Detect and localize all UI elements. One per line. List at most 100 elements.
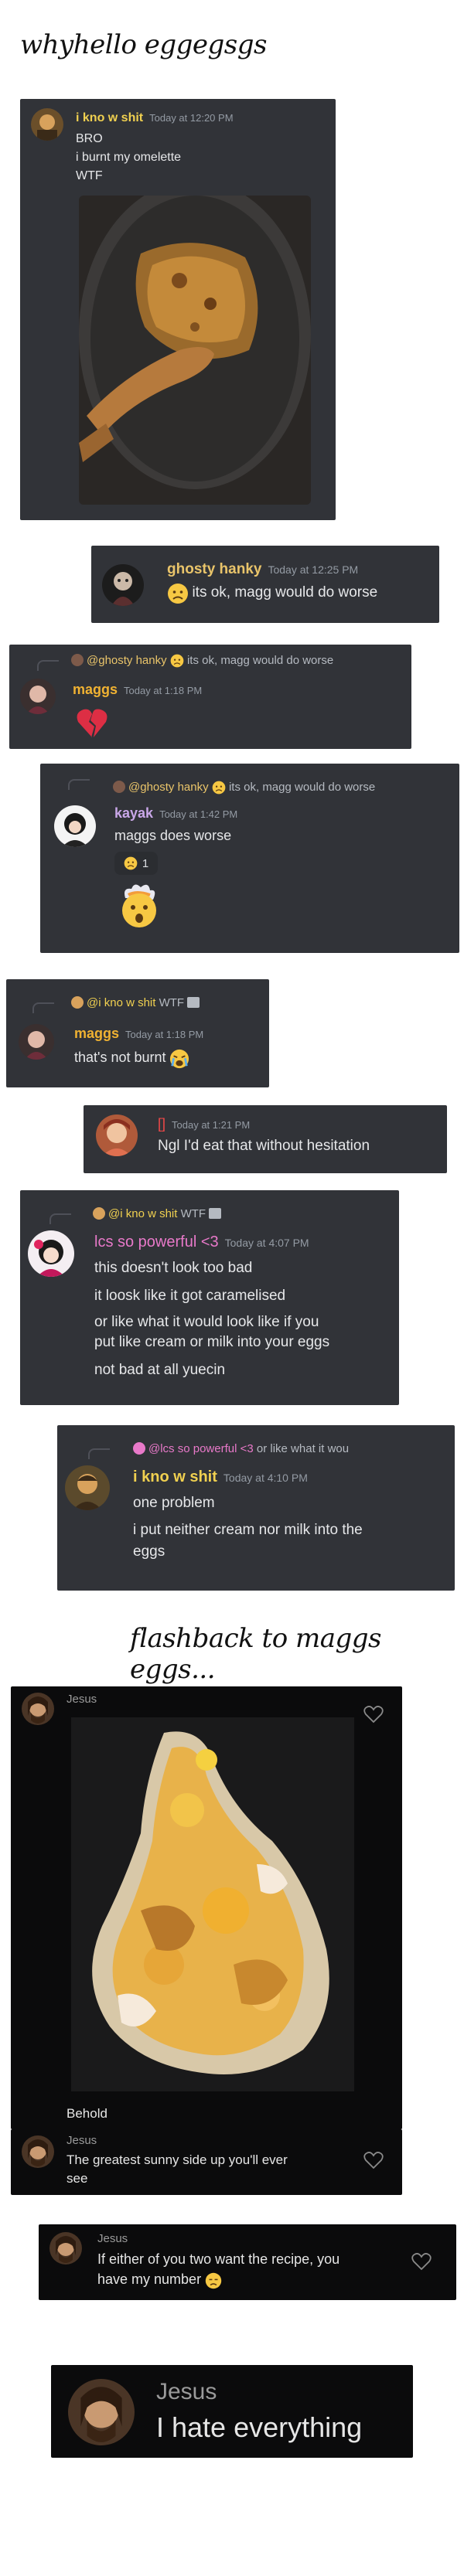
reply-text: its ok, magg would do worse [228,781,376,794]
image-icon [187,997,200,1008]
heart-icon[interactable] [411,2252,432,2271]
reply-preview[interactable]: @i kno w shit WTF [71,996,264,1009]
reply-text: its ok, magg would do worse [186,654,334,667]
message-line: i put neither cream nor milk into the [133,1522,363,1538]
jesus-message-card-3: Jesus If either of you two want the reci… [39,2224,456,2300]
message-line: The greatest sunny side up you'll ever [67,2152,288,2167]
heart-icon[interactable] [363,1705,384,1724]
avatar [133,1442,145,1455]
crying-face-emoji [169,1049,189,1069]
jesus-message-card-2: Jesus The greatest sunny side up you'll … [11,2129,402,2195]
message-card-3: @ghosty hanky its ok, magg would do wors… [9,645,411,749]
author-name[interactable]: ghosty hanky [167,561,261,577]
caption-text: Behold [67,2106,107,2121]
avatar[interactable] [28,1230,74,1277]
image-icon [209,1208,222,1219]
worried-face-emoji [170,654,184,668]
reply-text: WTF [159,996,185,1009]
avatar[interactable] [102,564,144,606]
message-text: its ok, magg would do worse [192,584,378,601]
avatar [93,1207,105,1220]
avatar[interactable] [19,1024,54,1060]
author-name[interactable]: Jesus [97,2232,128,2245]
reply-text: WTF [180,1207,206,1220]
timestamp: Today at 1:21 PM [172,1119,251,1131]
reply-preview[interactable]: @ghosty hanky its ok, magg would do wors… [71,654,404,668]
avatar[interactable] [20,679,56,714]
avatar[interactable] [54,805,96,847]
message-line: not bad at all yuecin [94,1362,226,1378]
reply-connector [32,1002,54,1013]
message-card-8: @lcs so powerful <3 or like what it wou … [57,1425,455,1591]
author-name[interactable]: maggs [74,1026,119,1041]
worried-face-emoji [212,781,226,795]
message-card-1: i kno w shit Today at 12:20 PM BRO i burn… [20,99,336,520]
reply-preview[interactable]: @i kno w shit WTF [93,1207,394,1220]
reply-text: or like what it wou [256,1442,350,1455]
message-card-4: @ghosty hanky its ok, magg would do wors… [40,764,459,953]
message-line: one problem [133,1495,215,1511]
reaction-count: 1 [142,856,149,870]
author-name[interactable]: i kno w shit [76,111,143,124]
author-name[interactable]: [] [158,1116,165,1131]
reply-connector [49,1213,71,1224]
message-card-2: ghosty hanky Today at 12:25 PM its ok, ma… [91,546,439,623]
avatar[interactable] [68,2379,135,2445]
message-text: that's not burnt [74,1050,166,1065]
exploding-head-emoji [114,881,164,931]
author-name[interactable]: lcs so powerful <3 [94,1234,219,1251]
message-card-6: [] Today at 1:21 PM Ngl I'd eat that with… [84,1105,447,1173]
reply-preview[interactable]: @lcs so powerful <3 or like what it wou [133,1442,449,1455]
message-text: I hate everything [156,2411,363,2443]
reply-author: @i kno w shit [108,1207,178,1220]
author-name[interactable]: i kno w shit [133,1468,217,1485]
sad-face-emoji [205,2272,222,2289]
avatar[interactable] [65,1465,110,1510]
heart-icon[interactable] [363,2151,384,2169]
message-line: If either of you two want the recipe, yo… [97,2251,340,2267]
reply-connector [37,660,59,671]
message-text: Ngl I'd eat that without hesitation [158,1138,370,1154]
jesus-message-card-4: Jesus I hate everything [51,2365,413,2458]
message-line: put like cream or milk into your eggs [94,1334,330,1350]
message-card-5: @i kno w shit WTF maggs Today at 1:18 PM … [6,979,269,1087]
author-name[interactable]: maggs [73,682,118,697]
message-line: eggs [133,1543,165,1560]
reply-connector [88,1448,110,1459]
reply-author: @i kno w shit [87,996,156,1009]
timestamp: Today at 1:42 PM [159,808,238,820]
timestamp: Today at 12:25 PM [268,563,359,576]
avatar [71,996,84,1009]
message-line: this doesn't look too bad [94,1260,253,1276]
avatar[interactable] [96,1114,138,1156]
message-line: i burnt my omelette [76,151,182,164]
broken-heart-emoji [74,705,110,740]
timestamp: Today at 1:18 PM [125,1029,204,1040]
timestamp: Today at 4:10 PM [223,1472,308,1484]
author-name[interactable]: Jesus [156,2379,217,2405]
author-name[interactable]: kayak [114,805,153,821]
timestamp: Today at 4:07 PM [224,1237,309,1249]
avatar [113,781,125,793]
message-line: WTF [76,169,103,182]
egg-photo[interactable] [71,1717,354,2091]
author-name[interactable]: Jesus [67,2134,97,2147]
reaction-pill[interactable]: 1 [114,852,158,875]
avatar[interactable] [49,2232,82,2265]
worried-face-emoji [167,583,189,604]
avatar[interactable] [22,1693,54,1725]
author-name[interactable]: Jesus [67,1693,97,1706]
reply-preview[interactable]: @ghosty hanky its ok, magg would do wors… [113,781,453,795]
avatar[interactable] [22,2135,54,2168]
worried-face-emoji [124,856,138,870]
burnt-omelette-photo[interactable] [79,196,311,505]
reply-author: @lcs so powerful <3 [148,1442,254,1455]
avatar[interactable] [31,108,63,141]
avatar [71,654,84,666]
section-title: flashback to maggs eggs... [130,1623,382,1685]
jesus-message-card-1: Jesus Behold [11,1686,402,2129]
timestamp: Today at 12:20 PM [149,112,234,124]
reply-author: @ghosty hanky [87,654,167,667]
message-line: or like what it would look like if you [94,1314,319,1330]
message-card-7: @i kno w shit WTF lcs so powerful <3 Toda… [20,1190,399,1405]
